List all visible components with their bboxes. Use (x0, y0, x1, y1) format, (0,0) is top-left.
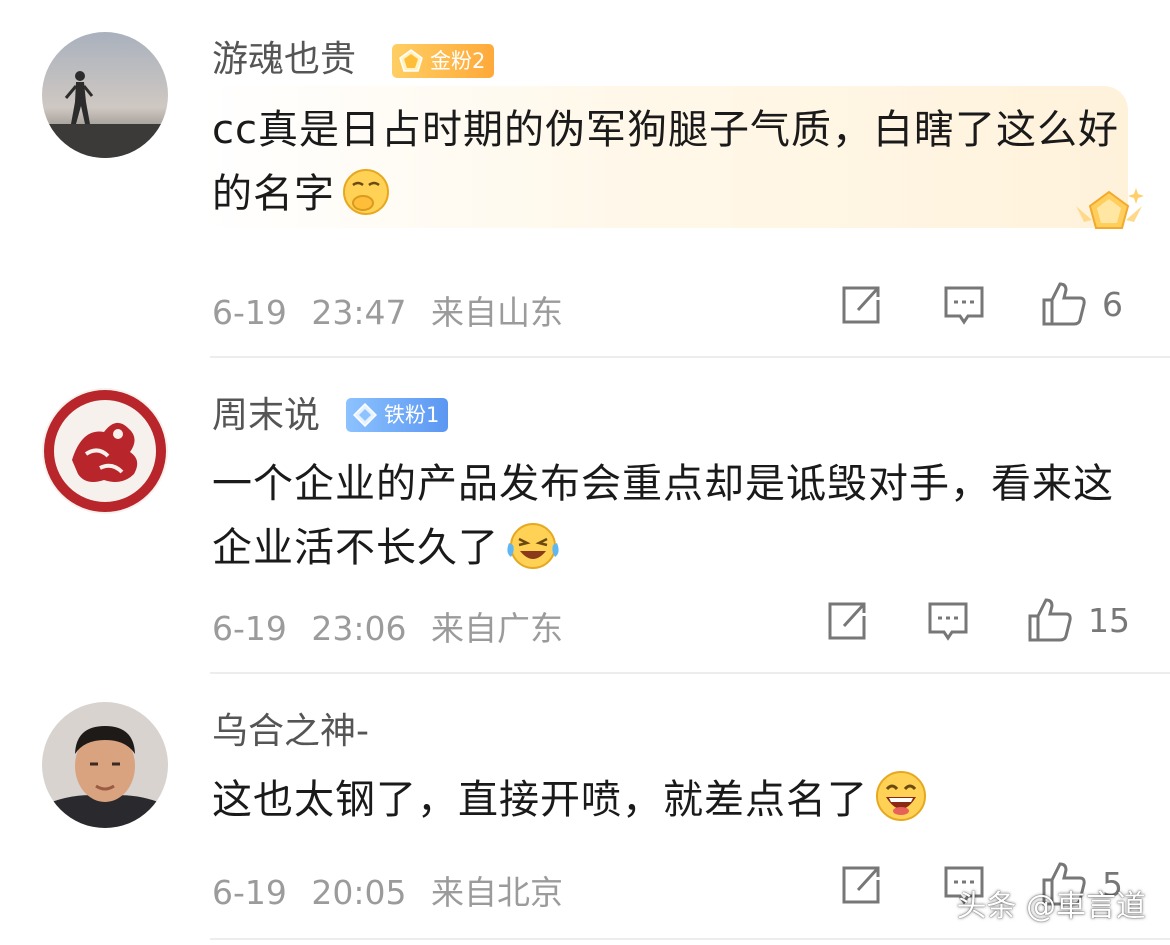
gold-pentagon-icon (399, 49, 423, 72)
reply-button[interactable] (926, 600, 970, 644)
share-icon (842, 866, 880, 904)
comment-date: 6-19 (212, 873, 287, 912)
comment-text: 一个企业的产品发布会重点却是诋毁对手，看来这企业活不长久了 (212, 452, 1132, 590)
comment-location: 来自山东 (431, 293, 564, 332)
comment-time: 23:47 (311, 293, 407, 332)
avatar[interactable] (42, 32, 168, 158)
divider (210, 938, 1170, 940)
share-icon (828, 602, 866, 640)
fan-badge[interactable]: 铁粉1 (346, 398, 449, 432)
comment-bubble-icon (928, 602, 968, 641)
thumbs-up-icon (1042, 282, 1086, 326)
comment-date: 6-19 (212, 609, 287, 648)
like-count: 6 (1102, 284, 1123, 324)
comment-time: 20:05 (311, 873, 407, 912)
laughing-tears-emoji (505, 521, 561, 590)
like-button[interactable]: 6 (1040, 280, 1123, 328)
comment-meta: 6-19 20:05 来自北京 (212, 866, 563, 914)
comment-bubble-icon (944, 286, 984, 325)
username[interactable]: 周末说 (212, 394, 320, 438)
watermark: 头条 @車言道 (956, 889, 1146, 924)
share-button[interactable] (826, 600, 870, 642)
username[interactable]: 乌合之神- (212, 710, 369, 754)
share-button[interactable] (840, 864, 884, 906)
thumbs-up-icon (1028, 598, 1072, 642)
avatar[interactable] (42, 388, 168, 514)
comment-item: 游魂也贵 金粉2 cc真是日占时期的伪军狗腿子气质，白瞎了这么好的名字 6-19… (0, 0, 1170, 358)
comment-text: 这也太钢了，直接开喷，就差点名了 (212, 768, 1132, 842)
badge-label: 铁粉1 (384, 403, 440, 427)
comment-date: 6-19 (212, 293, 287, 332)
share-icon (842, 286, 880, 324)
comment-text: cc真是日占时期的伪军狗腿子气质，白瞎了这么好的名字 (212, 98, 1132, 236)
reply-button[interactable] (942, 284, 986, 328)
comment-location: 来自北京 (431, 873, 564, 912)
like-button[interactable]: 15 (1026, 596, 1130, 644)
comment-location: 来自广东 (431, 609, 564, 648)
comment-time: 23:06 (311, 609, 407, 648)
diamond-icon (353, 403, 377, 427)
big-grin-emoji (874, 769, 928, 842)
comment-meta: 6-19 23:47 来自山东 (212, 286, 563, 334)
share-button[interactable] (840, 284, 884, 326)
gold-fan-emblem-icon (1070, 186, 1148, 250)
divider (210, 672, 1170, 674)
comment-body: 一个企业的产品发布会重点却是诋毁对手，看来这企业活不长久了 (212, 461, 1114, 571)
badge-label: 金粉2 (430, 49, 486, 73)
comment-meta: 6-19 23:06 来自广东 (212, 602, 563, 650)
username[interactable]: 游魂也贵 (212, 38, 356, 82)
divider (210, 356, 1170, 358)
avatar[interactable] (42, 702, 168, 828)
covering-mouth-emoji (341, 167, 391, 236)
like-count: 15 (1088, 600, 1130, 640)
fan-badge[interactable]: 金粉2 (392, 44, 495, 78)
comment-body: 这也太钢了，直接开喷，就差点名了 (212, 777, 868, 823)
